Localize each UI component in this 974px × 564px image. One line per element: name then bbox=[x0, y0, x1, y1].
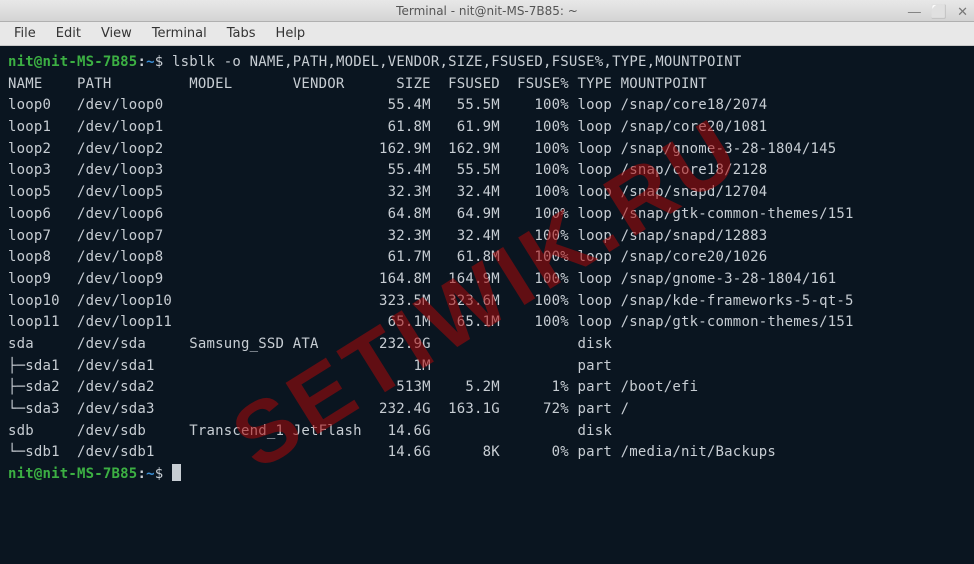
prompt-path: ~ bbox=[146, 54, 155, 70]
window-controls: — ⬜ ✕ bbox=[908, 0, 968, 22]
menu-help[interactable]: Help bbox=[268, 24, 314, 43]
minimize-icon[interactable]: — bbox=[908, 5, 921, 18]
prompt-path: ~ bbox=[146, 466, 155, 482]
prompt-user-host: nit@nit-MS-7B85 bbox=[8, 54, 137, 70]
table-row: loop9 /dev/loop9 164.8M 164.9M 100% loop… bbox=[8, 269, 966, 291]
table-row: └─sda3 /dev/sda3 232.4G 163.1G 72% part … bbox=[8, 399, 966, 421]
table-row: loop8 /dev/loop8 61.7M 61.8M 100% loop /… bbox=[8, 247, 966, 269]
prompt-dollar: $ bbox=[155, 466, 164, 482]
table-row: loop0 /dev/loop0 55.4M 55.5M 100% loop /… bbox=[8, 95, 966, 117]
menu-view[interactable]: View bbox=[93, 24, 140, 43]
table-row: ├─sda2 /dev/sda2 513M 5.2M 1% part /boot… bbox=[8, 377, 966, 399]
prompt-line: nit@nit-MS-7B85:~$ bbox=[8, 464, 966, 486]
terminal-window: Terminal - nit@nit-MS-7B85: ~ — ⬜ ✕ File… bbox=[0, 0, 974, 564]
terminal-area[interactable]: nit@nit-MS-7B85:~$ lsblk -o NAME,PATH,MO… bbox=[0, 46, 974, 564]
close-icon[interactable]: ✕ bbox=[957, 5, 968, 18]
table-row: loop1 /dev/loop1 61.8M 61.9M 100% loop /… bbox=[8, 117, 966, 139]
prompt-line: nit@nit-MS-7B85:~$ lsblk -o NAME,PATH,MO… bbox=[8, 52, 966, 74]
table-row: sdb /dev/sdb Transcend_1 JetFlash 14.6G … bbox=[8, 421, 966, 443]
table-row: loop3 /dev/loop3 55.4M 55.5M 100% loop /… bbox=[8, 160, 966, 182]
table-row: loop10 /dev/loop10 323.5M 323.6M 100% lo… bbox=[8, 291, 966, 313]
menu-terminal[interactable]: Terminal bbox=[144, 24, 215, 43]
titlebar[interactable]: Terminal - nit@nit-MS-7B85: ~ — ⬜ ✕ bbox=[0, 0, 974, 22]
menu-file[interactable]: File bbox=[6, 24, 44, 43]
command-text: lsblk -o NAME,PATH,MODEL,VENDOR,SIZE,FSU… bbox=[172, 54, 742, 70]
table-row: └─sdb1 /dev/sdb1 14.6G 8K 0% part /media… bbox=[8, 442, 966, 464]
table-row: loop11 /dev/loop11 65.1M 65.1M 100% loop… bbox=[8, 312, 966, 334]
maximize-icon[interactable]: ⬜ bbox=[931, 5, 947, 18]
table-row: sda /dev/sda Samsung_SSD ATA 232.9G disk bbox=[8, 334, 966, 356]
table-row: loop5 /dev/loop5 32.3M 32.4M 100% loop /… bbox=[8, 182, 966, 204]
prompt-sep: : bbox=[137, 466, 146, 482]
table-row: ├─sda1 /dev/sda1 1M part bbox=[8, 356, 966, 378]
prompt-dollar: $ bbox=[155, 54, 164, 70]
table-row: loop6 /dev/loop6 64.8M 64.9M 100% loop /… bbox=[8, 204, 966, 226]
table-header: NAME PATH MODEL VENDOR SIZE FSUSED FSUSE… bbox=[8, 74, 966, 96]
window-title: Terminal - nit@nit-MS-7B85: ~ bbox=[396, 4, 578, 18]
prompt-user-host: nit@nit-MS-7B85 bbox=[8, 466, 137, 482]
menu-tabs[interactable]: Tabs bbox=[219, 24, 264, 43]
prompt-sep: : bbox=[137, 54, 146, 70]
cursor-icon bbox=[172, 464, 181, 481]
table-row: loop7 /dev/loop7 32.3M 32.4M 100% loop /… bbox=[8, 226, 966, 248]
menubar: File Edit View Terminal Tabs Help bbox=[0, 22, 974, 46]
table-row: loop2 /dev/loop2 162.9M 162.9M 100% loop… bbox=[8, 139, 966, 161]
menu-edit[interactable]: Edit bbox=[48, 24, 89, 43]
